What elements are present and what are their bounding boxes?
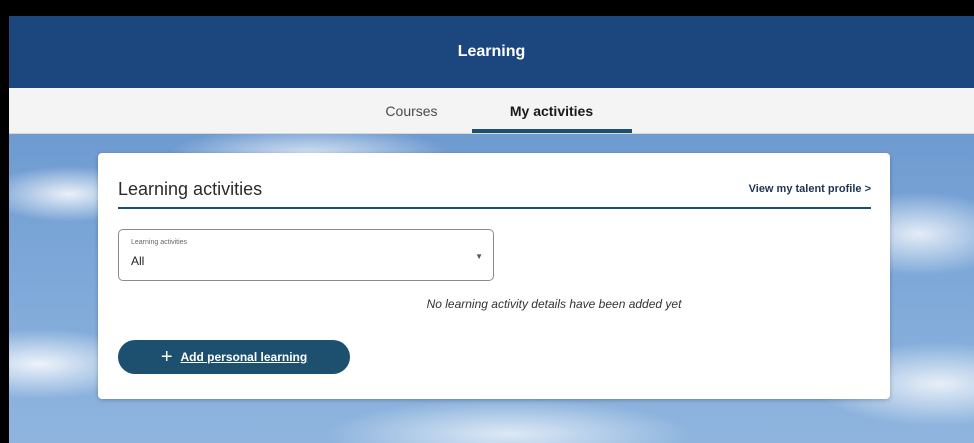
learning-activities-card: Learning activities View my talent profi…: [98, 153, 890, 399]
tab-courses[interactable]: Courses: [352, 88, 472, 133]
header-bar: Learning: [9, 16, 974, 88]
card-header: Learning activities View my talent profi…: [118, 171, 871, 209]
add-button-label: Add personal learning: [180, 350, 308, 364]
select-label: Learning activities: [131, 239, 188, 246]
plus-icon: +: [160, 346, 173, 368]
tab-bar: Courses My activities: [9, 88, 974, 134]
card-title: Learning activities: [118, 178, 263, 199]
select-value: All: [131, 254, 145, 268]
learning-activities-select[interactable]: Learning activities All ▼: [118, 229, 494, 281]
view-talent-profile-link[interactable]: View my talent profile >: [749, 183, 871, 195]
add-personal-learning-button[interactable]: + Add personal learning: [118, 340, 350, 374]
empty-state-message: No learning activity details have been a…: [426, 297, 682, 311]
learning-app: Learning Courses My activities Learning …: [9, 16, 974, 443]
tab-my-activities[interactable]: My activities: [471, 88, 632, 133]
page-title: Learning: [457, 43, 526, 60]
caret-down-icon: ▼: [475, 252, 483, 261]
